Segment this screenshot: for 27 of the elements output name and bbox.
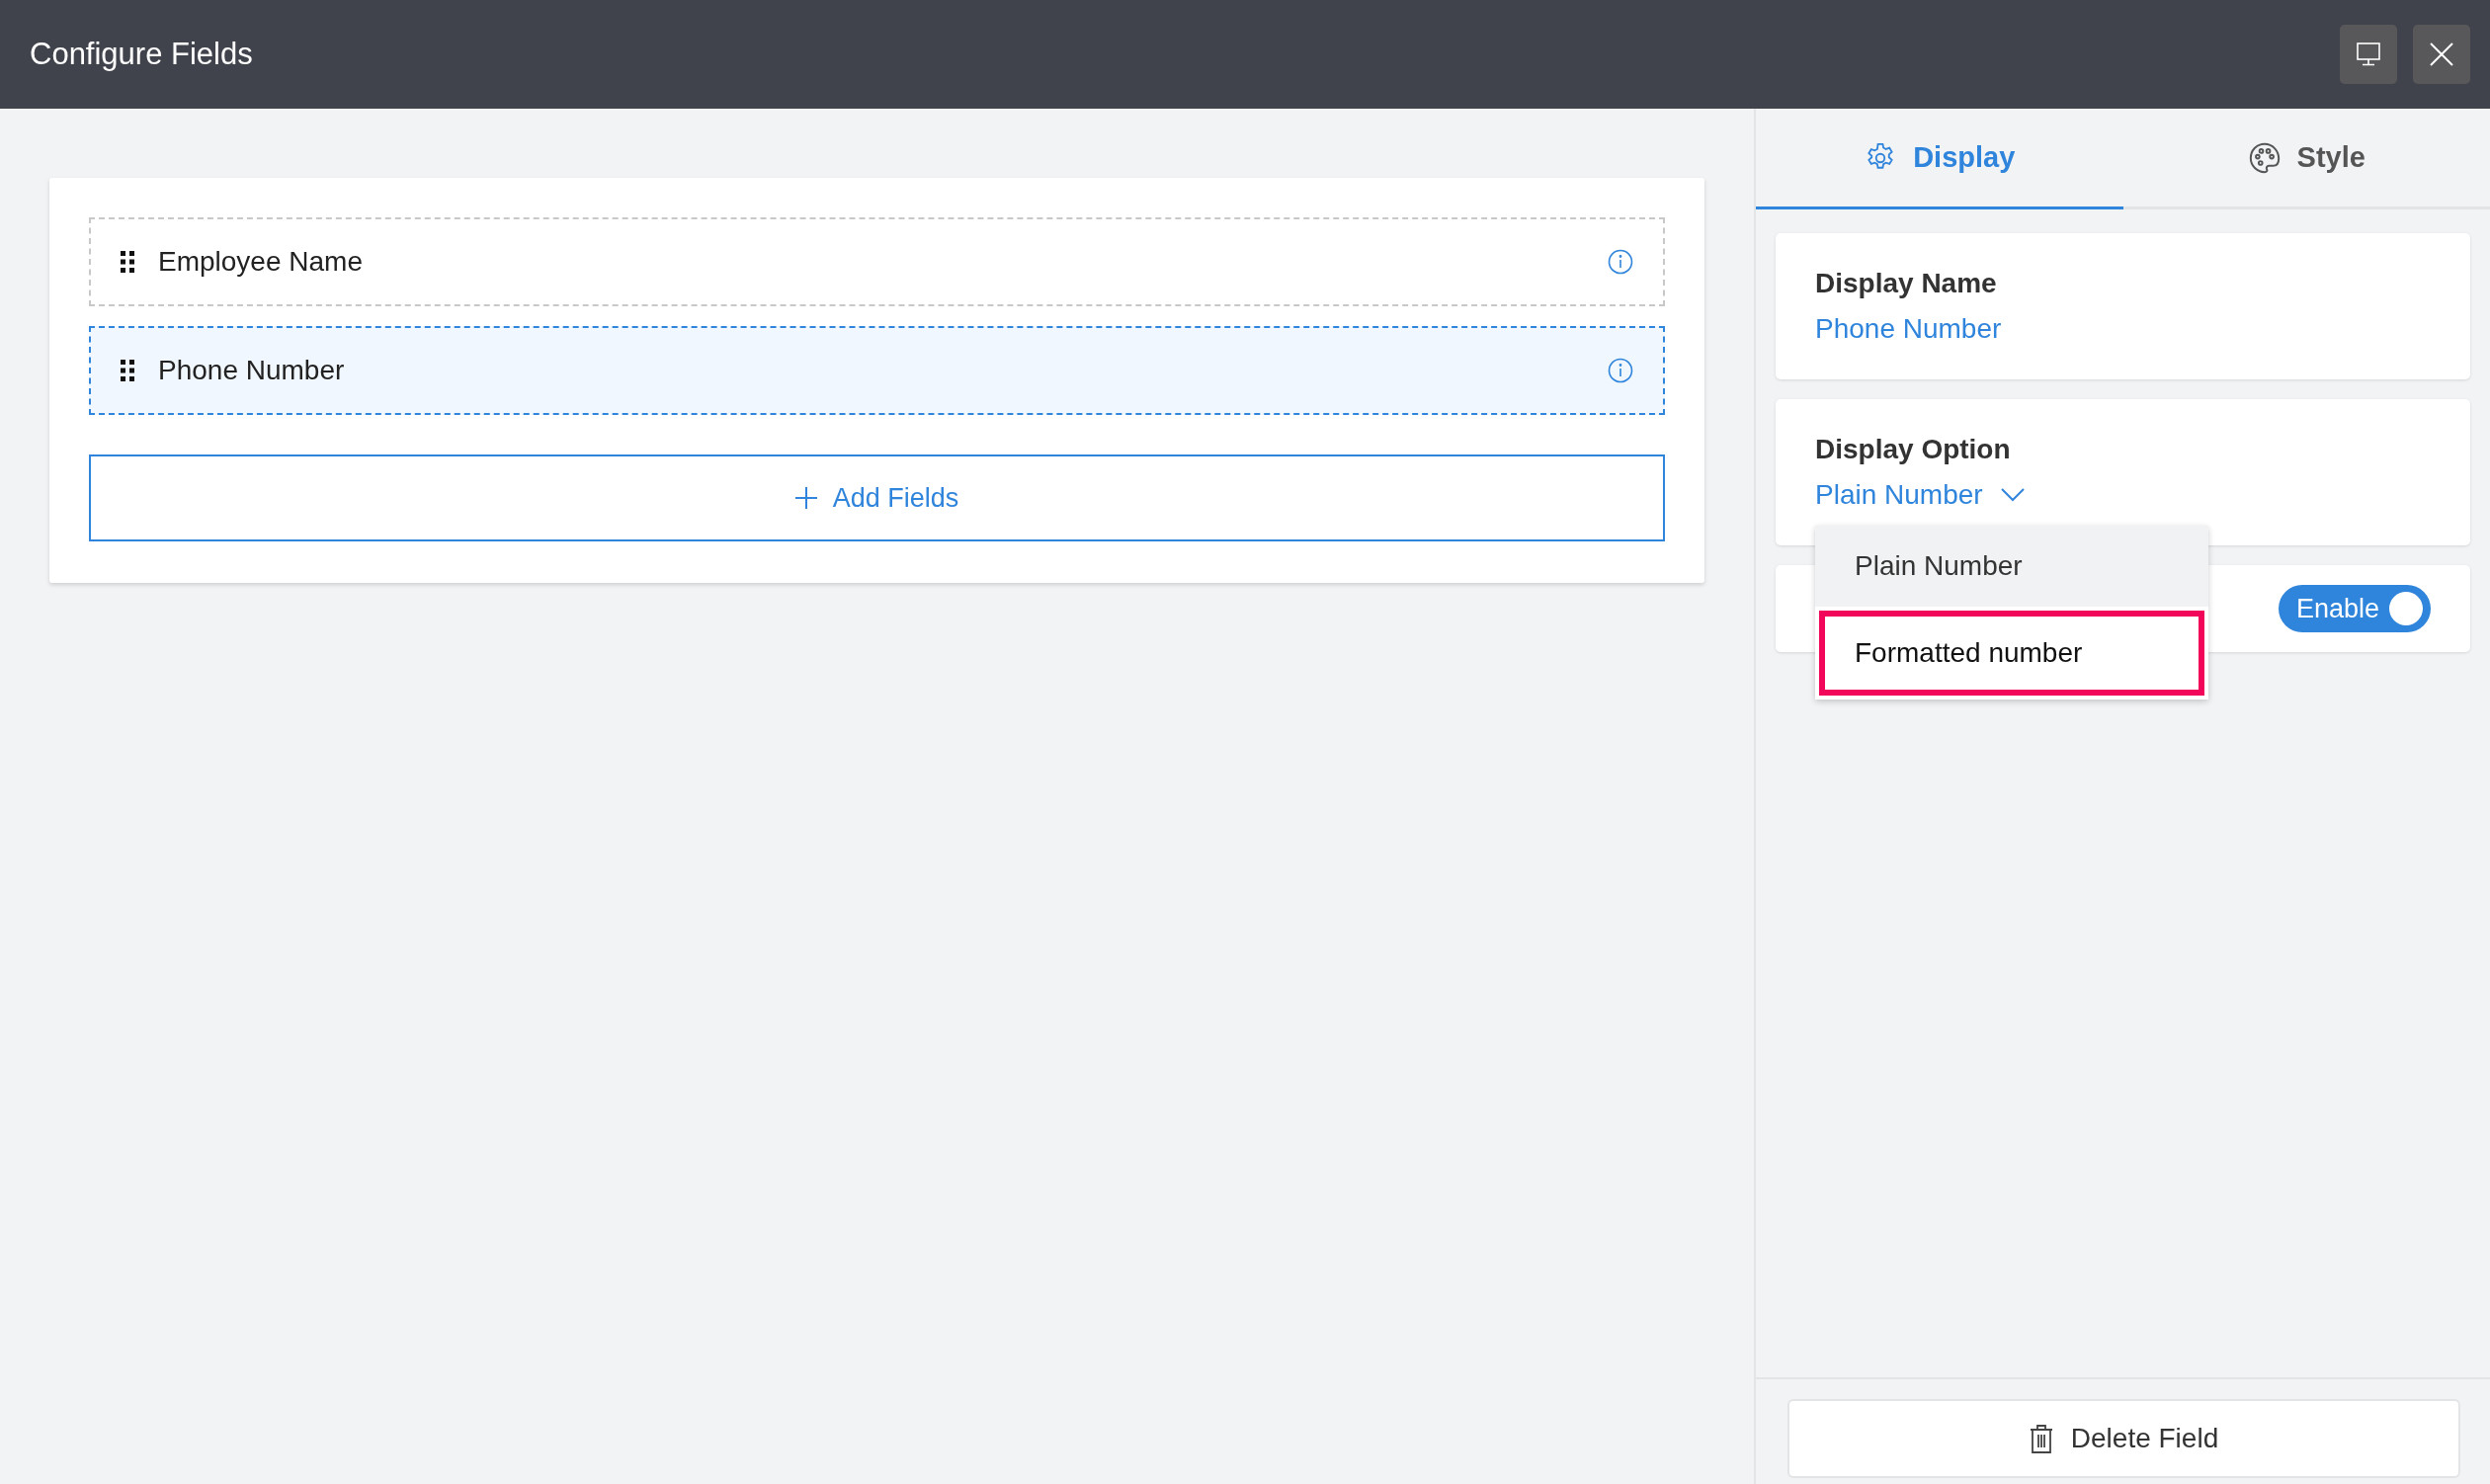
drag-handle-icon[interactable]	[121, 251, 134, 273]
field-heading: Display Option	[1815, 433, 2012, 466]
add-fields-button[interactable]: Add Fields	[89, 454, 1665, 541]
info-icon[interactable]	[1608, 358, 1633, 383]
display-name-value: Phone Number	[1815, 312, 2003, 346]
dropdown-option[interactable]: Plain Number	[1815, 526, 2208, 607]
field-label: Phone Number	[158, 354, 346, 387]
close-icon	[2430, 42, 2453, 66]
enable-toggle[interactable]: Enable	[2278, 585, 2431, 632]
field-row[interactable]: Employee Name	[89, 217, 1665, 306]
monitor-icon	[2357, 42, 2380, 66]
drag-handle-icon[interactable]	[121, 360, 134, 381]
display-option-dropdown[interactable]: Plain Number	[1815, 474, 2025, 516]
dropdown-option[interactable]: Formatted number	[1815, 607, 2208, 700]
field-row[interactable]: Phone Number	[89, 326, 1665, 415]
tab[interactable]: Style	[2122, 109, 2490, 209]
info-icon[interactable]	[1608, 249, 1633, 275]
trash-icon	[2029, 1424, 2053, 1453]
field-heading: Display Name	[1815, 267, 1998, 300]
palette-icon	[2247, 140, 2282, 175]
close-button[interactable]	[2413, 25, 2470, 84]
window-title: Configure Fields	[30, 35, 253, 73]
delete-field-button[interactable]: Delete Field	[1787, 1399, 2460, 1478]
chevron-down-icon	[2000, 488, 2025, 502]
field-label: Employee Name	[158, 245, 364, 279]
plus-icon	[794, 487, 817, 509]
monitor-button[interactable]	[2340, 25, 2397, 84]
